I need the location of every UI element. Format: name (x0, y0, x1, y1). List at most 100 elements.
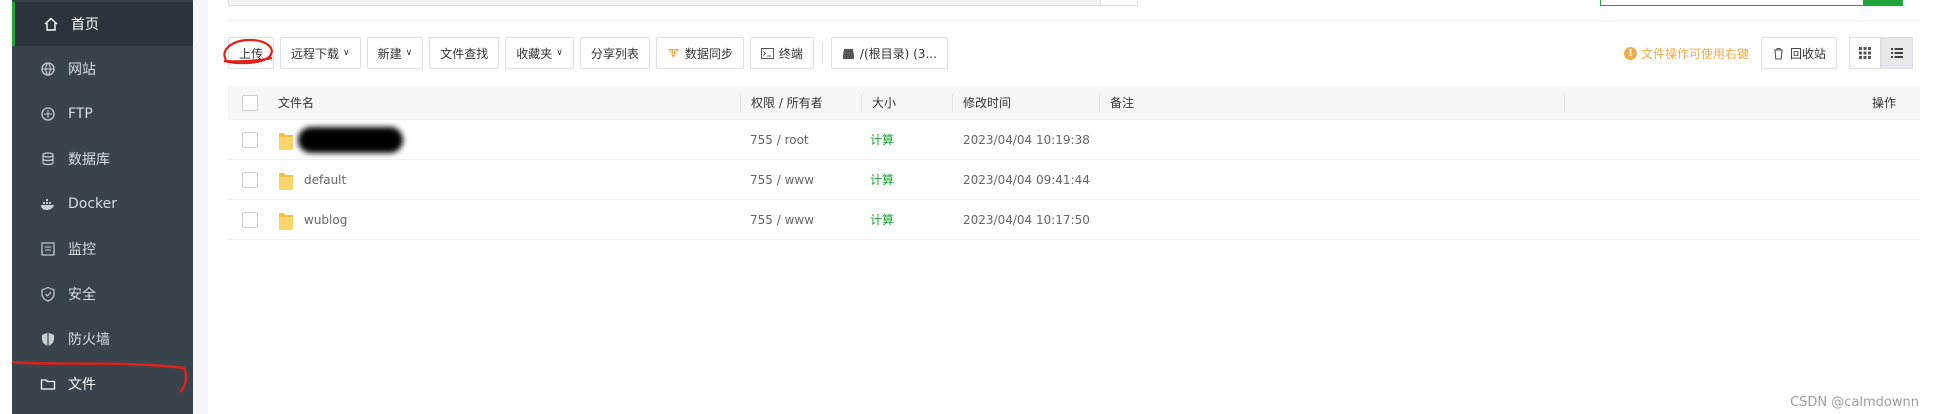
folder-icon (278, 210, 294, 230)
hint-text: 文件操作可使用右键 (1640, 46, 1749, 61)
sidebar-item-monitor[interactable]: 监控 (12, 227, 193, 271)
shield-icon (40, 286, 56, 302)
upload-button[interactable]: 上传 (228, 37, 275, 69)
root-dir-label: /(根目录) (3... (859, 46, 937, 61)
terminal-button[interactable]: 终端 (749, 37, 814, 69)
share-list-label: 分享列表 (590, 46, 639, 61)
size-calc-link[interactable]: 计算 (860, 131, 950, 148)
firewall-icon (40, 331, 56, 347)
chevron-down-icon: ∨ (405, 48, 413, 58)
sidebar-item-label: 数据库 (68, 152, 110, 168)
sidebar-item-label: 首页 (71, 17, 99, 33)
sidebar-item-website[interactable]: 网站 (12, 47, 193, 91)
sidebar-item-label: 防火墙 (68, 332, 110, 348)
chevron-down-icon: ∨ (343, 48, 350, 58)
sidebar-item-home[interactable]: 首页 (12, 2, 193, 46)
folder-icon (278, 170, 294, 190)
size-calc-link[interactable]: 计算 (860, 211, 950, 228)
watermark: CSDN @calmdownn (1790, 395, 1919, 410)
redacted-file-name (298, 126, 403, 153)
list-view-icon (1891, 48, 1903, 58)
sidebar-item-label: FTP (68, 106, 93, 122)
sidebar-item-label: 监控 (68, 242, 96, 258)
file-manager: 上传 远程下载 ∨ 新建 ∨ 文件查找 收藏夹 ∨ 分享列表 数据同步 终端 /(根目… (208, 0, 1933, 414)
col-note-header: 备注 (1110, 96, 1135, 110)
share-list-button[interactable]: 分享列表 (579, 37, 650, 69)
data-sync-label: 数据同步 (684, 46, 733, 61)
terminal-icon (760, 47, 774, 60)
favorites-label: 收藏夹 (516, 46, 553, 61)
file-search-button[interactable] (1863, 0, 1903, 6)
row-checkbox[interactable] (242, 131, 258, 148)
folder-icon (278, 130, 294, 150)
trash-icon (1772, 47, 1785, 60)
file-name: default (304, 172, 347, 187)
size-calc-link[interactable]: 计算 (860, 171, 950, 188)
disk-icon (842, 47, 855, 60)
col-mtime-header[interactable]: 修改时间 (953, 94, 1099, 111)
file-name-cell[interactable]: default (278, 170, 740, 190)
remote-download-label: 远程下载 (291, 46, 340, 61)
mtime-cell: 2023/04/04 10:19:38 (963, 132, 1090, 147)
sidebar-item-firewall[interactable]: 防火墙 (12, 317, 193, 361)
ftp-icon (40, 106, 56, 122)
col-actions-header: 操作 (1871, 96, 1896, 110)
recycle-bin-label: 回收站 (1789, 46, 1826, 61)
globe-icon (40, 61, 56, 77)
database-icon (40, 151, 56, 167)
sidebar-item-ftp[interactable]: FTP (12, 92, 193, 136)
monitor-icon (40, 241, 56, 257)
context-menu-hint: ! 文件操作可使用右键 (1623, 45, 1749, 62)
mtime-cell: 2023/04/04 09:41:44 (963, 172, 1090, 187)
chevron-down-icon: ∨ (556, 48, 563, 58)
file-name-cell[interactable]: wublog (278, 210, 740, 230)
file-toolbar: 上传 远程下载 ∨ 新建 ∨ 文件查找 收藏夹 ∨ 分享列表 数据同步 终端 /(根目… (228, 36, 954, 70)
select-all-checkbox[interactable] (242, 94, 258, 111)
table-row[interactable]: wublog 755 / www 计算 2023/04/04 10:17:50 (228, 200, 1920, 240)
favorites-button[interactable]: 收藏夹 ∨ (505, 37, 574, 69)
path-input[interactable] (228, 0, 1138, 6)
sidebar-item-database[interactable]: 数据库 (12, 137, 193, 181)
sidebar-item-docker[interactable]: Docker (12, 182, 193, 226)
table-row[interactable]: default 755 / www 计算 2023/04/04 09:41:44 (228, 160, 1920, 200)
toolbar-divider (821, 42, 823, 64)
sidebar-item-files[interactable]: 文件 (12, 362, 193, 406)
sidebar-item-label: 网站 (68, 62, 96, 78)
table-header: 文件名 权限 / 所有者 大小 修改时间 备注 操作 (228, 86, 1920, 120)
sidebar-item-security[interactable]: 安全 (12, 272, 193, 316)
sidebar-item-label: Docker (68, 196, 118, 212)
folder-icon (40, 376, 56, 392)
right-toolbar: ! 文件操作可使用右键 回收站 (1623, 36, 1913, 70)
perm-cell[interactable]: 755 / www (740, 173, 860, 187)
row-checkbox[interactable] (242, 211, 258, 228)
file-search-tool-button[interactable]: 文件查找 (429, 37, 500, 69)
path-refresh-button[interactable] (1100, 0, 1138, 6)
recycle-bin-button[interactable]: 回收站 (1760, 37, 1837, 69)
info-icon: ! (1623, 46, 1637, 60)
file-name: wublog (304, 212, 348, 227)
perm-cell[interactable]: 755 / root (740, 133, 860, 147)
terminal-label: 终端 (778, 46, 803, 61)
sidebar: 首页 网站 FTP 数据库 Docker 监控 安全 防火墙 文件 (12, 0, 193, 414)
new-button[interactable]: 新建 ∨ (366, 37, 424, 69)
remote-download-button[interactable]: 远程下载 ∨ (280, 37, 361, 69)
col-name-header[interactable]: 文件名 (278, 94, 740, 111)
grid-view-icon (1859, 47, 1871, 59)
data-sync-button[interactable]: 数据同步 (655, 37, 744, 69)
root-dir-button[interactable]: /(根目录) (3... (830, 37, 948, 69)
docker-icon (40, 196, 56, 212)
file-table: 文件名 权限 / 所有者 大小 修改时间 备注 操作 755 / root 计算… (228, 86, 1920, 240)
sidebar-item-label: 文件 (68, 377, 96, 393)
table-row[interactable]: 755 / root 计算 2023/04/04 10:19:38 (228, 120, 1920, 160)
row-checkbox[interactable] (242, 171, 258, 188)
file-search-input[interactable] (1600, 0, 1864, 6)
col-perm-header[interactable]: 权限 / 所有者 (741, 94, 861, 111)
mtime-cell: 2023/04/04 10:17:50 (963, 212, 1090, 227)
list-view-button[interactable] (1881, 37, 1913, 69)
file-name-cell[interactable] (278, 126, 740, 153)
col-size-header[interactable]: 大小 (862, 94, 952, 111)
perm-cell[interactable]: 755 / www (740, 213, 860, 227)
file-search-label: 文件查找 (440, 46, 489, 61)
sync-icon (667, 47, 680, 60)
grid-view-button[interactable] (1849, 37, 1881, 69)
